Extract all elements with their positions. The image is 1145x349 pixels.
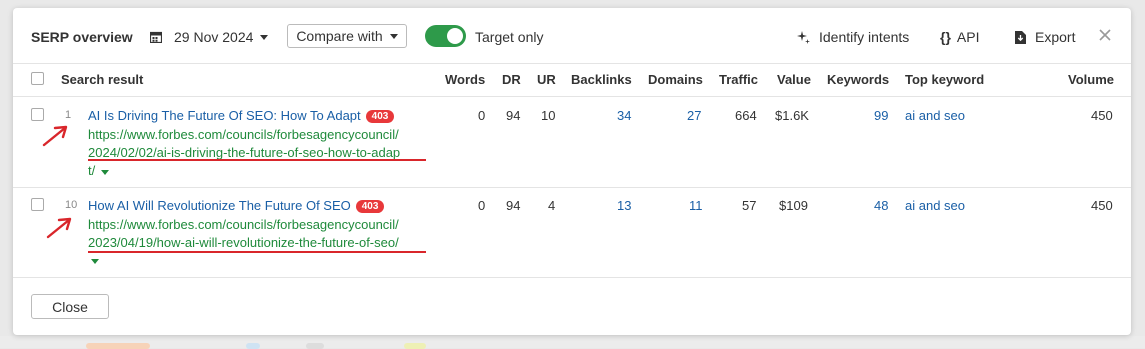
value-amount: $1.6K xyxy=(775,108,809,123)
ur-value: 4 xyxy=(548,198,556,213)
keywords-link[interactable]: 99 xyxy=(874,108,888,123)
identify-intents-label: Identify intents xyxy=(819,29,910,45)
modal-title: SERP overview xyxy=(31,29,133,45)
calendar-icon xyxy=(150,31,162,43)
annotation-arrow-icon xyxy=(46,217,72,239)
header-backlinks[interactable]: Backlinks xyxy=(571,72,632,87)
header-dr[interactable]: DR xyxy=(502,72,521,87)
header-keywords[interactable]: Keywords xyxy=(827,72,889,87)
words-value: 0 xyxy=(478,108,486,123)
select-all-checkbox[interactable] xyxy=(31,72,44,85)
target-only-label: Target only xyxy=(475,29,544,45)
dr-value: 94 xyxy=(506,198,521,213)
row-checkbox[interactable] xyxy=(31,198,44,211)
header-top-keyword[interactable]: Top keyword xyxy=(905,72,984,87)
date-label: 29 Nov 2024 xyxy=(174,29,254,45)
header-words[interactable]: Words xyxy=(445,72,485,87)
compare-with-label: Compare with xyxy=(296,28,383,44)
url-line: https://www.forbes.com/councils/forbesag… xyxy=(88,127,399,142)
result-url[interactable]: https://www.forbes.com/councils/forbesag… xyxy=(88,126,400,180)
serp-overview-modal: SERP overview 29 Nov 2024 Compare with T… xyxy=(13,8,1131,335)
divider xyxy=(13,277,1131,278)
identify-intents-button[interactable]: Identify intents xyxy=(797,29,909,45)
status-badge: 403 xyxy=(355,200,385,213)
chevron-down-icon xyxy=(260,34,269,40)
background-chip xyxy=(246,343,260,349)
result-title-link[interactable]: AI Is Driving The Future Of SEO: How To … xyxy=(88,108,395,123)
result-title: How AI Will Revolutionize The Future Of … xyxy=(88,198,351,213)
header-value[interactable]: Value xyxy=(777,72,811,87)
dr-value: 94 xyxy=(506,108,521,123)
backlinks-link[interactable]: 34 xyxy=(617,108,631,123)
chevron-down-icon xyxy=(389,33,398,39)
toolbar: SERP overview 29 Nov 2024 Compare with T… xyxy=(13,8,1131,64)
annotation-arrow-icon xyxy=(42,125,68,147)
toggle-knob xyxy=(447,28,463,44)
position-number: 10 xyxy=(65,199,78,211)
traffic-value: 664 xyxy=(735,108,757,123)
ur-value: 10 xyxy=(541,108,556,123)
header-ur[interactable]: UR xyxy=(537,72,556,87)
close-button[interactable]: Close xyxy=(31,294,109,319)
status-badge: 403 xyxy=(365,110,395,123)
background-chip xyxy=(306,343,324,349)
close-button-label: Close xyxy=(52,298,88,315)
chevron-down-icon[interactable] xyxy=(101,170,109,175)
position-number: 1 xyxy=(65,109,72,121)
api-button[interactable]: {} API xyxy=(940,29,979,45)
row-checkbox[interactable] xyxy=(31,108,44,121)
backlinks-link[interactable]: 13 xyxy=(617,198,631,213)
chevron-down-icon[interactable] xyxy=(91,259,99,264)
braces-icon: {} xyxy=(940,29,951,45)
header-search-result[interactable]: Search result xyxy=(61,72,143,87)
header-volume[interactable]: Volume xyxy=(1068,72,1114,87)
result-title: AI Is Driving The Future Of SEO: How To … xyxy=(88,108,361,123)
traffic-value: 57 xyxy=(742,198,757,213)
target-only-toggle[interactable] xyxy=(425,25,466,47)
background-page xyxy=(0,336,1145,348)
export-button[interactable]: Export xyxy=(1015,29,1075,45)
top-keyword-link[interactable]: ai and seo xyxy=(905,108,965,123)
api-label: API xyxy=(956,29,980,45)
domains-link[interactable]: 27 xyxy=(687,108,701,123)
divider xyxy=(13,96,1131,97)
sparkle-icon xyxy=(797,30,810,44)
header-traffic[interactable]: Traffic xyxy=(719,72,758,87)
domains-link[interactable]: 11 xyxy=(689,198,703,213)
close-icon[interactable] xyxy=(1097,27,1113,43)
keywords-link[interactable]: 48 xyxy=(874,198,888,213)
result-title-link[interactable]: How AI Will Revolutionize The Future Of … xyxy=(88,198,385,213)
divider xyxy=(13,187,1131,188)
url-line: t/ xyxy=(88,163,96,178)
url-line: 2023/04/19/how-ai-will-revolutionize-the… xyxy=(88,235,399,250)
value-amount: $109 xyxy=(779,198,808,213)
volume-value: 450 xyxy=(1091,108,1113,123)
header-domains[interactable]: Domains xyxy=(648,72,703,87)
result-url[interactable]: https://www.forbes.com/councils/forbesag… xyxy=(88,216,399,252)
background-chip xyxy=(86,343,150,349)
top-keyword-link[interactable]: ai and seo xyxy=(905,198,965,213)
background-chip xyxy=(404,343,426,349)
words-value: 0 xyxy=(478,198,486,213)
volume-value: 450 xyxy=(1091,198,1113,213)
annotation-underline xyxy=(88,159,426,161)
annotation-underline xyxy=(88,251,426,253)
export-label: Export xyxy=(1035,29,1076,45)
export-icon xyxy=(1015,30,1026,44)
date-picker[interactable]: 29 Nov 2024 xyxy=(150,29,269,45)
compare-with-dropdown[interactable]: Compare with xyxy=(287,24,407,48)
url-line: https://www.forbes.com/councils/forbesag… xyxy=(88,217,399,232)
divider xyxy=(13,63,1131,64)
